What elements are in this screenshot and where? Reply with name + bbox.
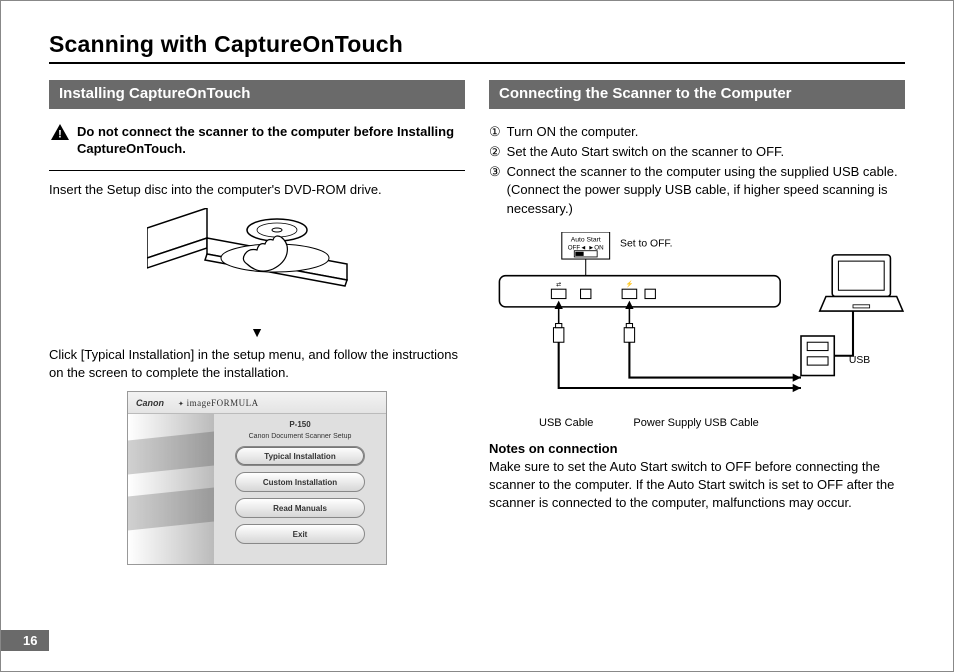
steps-list: ① Turn ON the computer. ② Set the Auto S… xyxy=(489,123,905,218)
setup-subtitle: Canon Document Scanner Setup xyxy=(249,433,352,440)
svg-text:⇄: ⇄ xyxy=(556,281,561,288)
svg-text:⚡: ⚡ xyxy=(626,280,634,288)
step-text: Turn ON the computer. xyxy=(507,123,639,141)
setup-btn-typical: Typical Installation xyxy=(235,446,365,466)
setup-btn-manuals: Read Manuals xyxy=(235,498,365,518)
step-2: ② Set the Auto Start switch on the scann… xyxy=(489,143,905,161)
set-to-off-text: Set to OFF. xyxy=(620,238,672,249)
notes-body: Make sure to set the Auto Start switch t… xyxy=(489,458,905,511)
insert-disc-text: Insert the Setup disc into the computer'… xyxy=(49,181,465,199)
section-heading-connecting: Connecting the Scanner to the Computer xyxy=(489,80,905,109)
divider-line xyxy=(49,170,465,171)
setup-model: P-150 xyxy=(289,420,310,429)
power-cable-label: Power Supply USB Cable xyxy=(633,417,758,429)
two-column-layout: Installing CaptureOnTouch ! Do not conne… xyxy=(49,80,905,573)
step-marker: ③ xyxy=(489,163,501,218)
page-title: Scanning with CaptureOnTouch xyxy=(49,31,905,64)
step-marker: ① xyxy=(489,123,501,141)
page-number: 16 xyxy=(1,630,49,651)
step-text: Connect the scanner to the computer usin… xyxy=(507,163,905,218)
setup-btn-custom: Custom Installation xyxy=(235,472,365,492)
warning-icon: ! xyxy=(51,124,69,145)
setup-screenshot: Canon ✦ imageFORMULA P-150 Canon Documen… xyxy=(49,391,465,565)
setup-brand: Canon xyxy=(136,398,164,408)
step-1: ① Turn ON the computer. xyxy=(489,123,905,141)
disc-illustration xyxy=(49,208,465,318)
warning-block: ! Do not connect the scanner to the comp… xyxy=(49,123,465,158)
section-heading-installing: Installing CaptureOnTouch xyxy=(49,80,465,109)
down-arrow-icon: ▼ xyxy=(49,324,465,340)
svg-text:!: ! xyxy=(58,128,62,140)
step-marker: ② xyxy=(489,143,501,161)
click-typical-text: Click [Typical Installation] in the setu… xyxy=(49,346,465,381)
step-3: ③ Connect the scanner to the computer us… xyxy=(489,163,905,218)
right-column: Connecting the Scanner to the Computer ①… xyxy=(489,80,905,573)
setup-product-line: ✦ imageFORMULA xyxy=(178,398,259,408)
usb-cable-label: USB Cable xyxy=(539,417,593,429)
warning-text: Do not connect the scanner to the comput… xyxy=(77,123,465,158)
setup-sidebar-graphic xyxy=(128,414,214,564)
connection-diagram: Auto Start OFF◄ ►ON Set to OFF. ⇄ ⚡ xyxy=(489,230,905,430)
step-text: Set the Auto Start switch on the scanner… xyxy=(507,143,784,161)
notes-heading: Notes on connection xyxy=(489,441,905,456)
left-column: Installing CaptureOnTouch ! Do not conne… xyxy=(49,80,465,573)
auto-start-label: Auto Start xyxy=(571,236,601,243)
manual-page: Scanning with CaptureOnTouch Installing … xyxy=(0,0,954,672)
setup-btn-exit: Exit xyxy=(235,524,365,544)
